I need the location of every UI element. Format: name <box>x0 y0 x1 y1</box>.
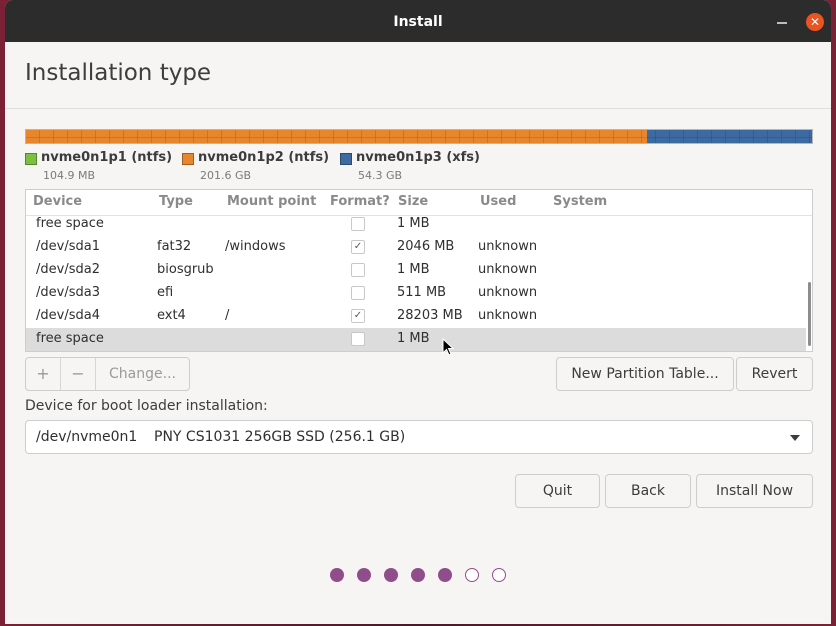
legend-swatch <box>25 153 37 165</box>
table-row-selected[interactable]: free space 1 MB <box>26 328 806 351</box>
remove-partition-button[interactable]: − <box>61 358 95 390</box>
bootloader-label: Device for boot loader installation: <box>25 398 268 414</box>
cell-size: 1 MB <box>397 331 430 346</box>
cell-type: fat32 <box>157 239 192 254</box>
legend-swatch <box>340 153 352 165</box>
progress-dot-pending <box>465 568 479 582</box>
legend-size: 201.6 GB <box>200 169 252 182</box>
format-checkbox[interactable]: ✓ <box>351 240 365 254</box>
legend-name: nvme0n1p2 (ntfs) <box>198 150 330 165</box>
change-partition-button[interactable]: Change... <box>96 358 189 390</box>
legend-swatch <box>182 153 194 165</box>
cell-used: unknown <box>478 308 538 323</box>
cell-size: 1 MB <box>397 262 430 277</box>
page-title: Installation type <box>25 60 212 86</box>
format-checkbox[interactable]: ✓ <box>351 309 365 323</box>
table-row[interactable]: /dev/sda2 biosgrub 1 MB unknown <box>26 259 806 282</box>
cell-device: /dev/sda4 <box>36 308 100 323</box>
add-partition-button[interactable]: + <box>26 358 60 390</box>
revert-button[interactable]: Revert <box>736 357 813 391</box>
column-header-size[interactable]: Size <box>398 194 428 209</box>
cell-size: 1 MB <box>397 216 430 231</box>
usage-bar-stripes <box>26 130 812 143</box>
check-icon: ✓ <box>353 241 363 252</box>
titlebar: Install ✕ <box>5 0 831 42</box>
legend-item-nvme0n1p1: nvme0n1p1 (ntfs) 104.9 MB <box>25 150 175 184</box>
progress-dot-complete <box>438 568 452 582</box>
legend-name: nvme0n1p3 (xfs) <box>356 150 480 165</box>
column-header-format[interactable]: Format? <box>330 194 390 209</box>
minimize-icon[interactable] <box>776 15 788 27</box>
bootloader-device-select[interactable]: /dev/nvme0n1 PNY CS1031 256GB SSD (256.1… <box>25 420 813 454</box>
cell-type: ext4 <box>157 308 186 323</box>
new-partition-table-button[interactable]: New Partition Table... <box>556 357 734 391</box>
cell-used: unknown <box>478 285 538 300</box>
progress-dot-complete <box>330 568 344 582</box>
cell-device: free space <box>36 331 104 346</box>
close-icon[interactable]: ✕ <box>806 13 824 31</box>
format-checkbox[interactable] <box>351 217 365 231</box>
column-header-device[interactable]: Device <box>33 194 82 209</box>
cell-device: free space <box>36 216 104 231</box>
cell-type: biosgrub <box>157 262 214 277</box>
table-row[interactable]: free space 1 MB <box>26 213 806 236</box>
legend-item-nvme0n1p2: nvme0n1p2 (ntfs) 201.6 GB <box>182 150 337 184</box>
cell-type: efi <box>157 285 174 300</box>
cell-device: /dev/sda3 <box>36 285 100 300</box>
chevron-down-icon <box>790 435 800 441</box>
progress-dot-complete <box>411 568 425 582</box>
progress-dot-complete <box>384 568 398 582</box>
mouse-pointer-icon <box>442 338 455 356</box>
bootloader-device-description: PNY CS1031 256GB SSD (256.1 GB) <box>154 429 406 445</box>
column-header-type[interactable]: Type <box>159 194 193 209</box>
legend-name: nvme0n1p1 (ntfs) <box>41 150 173 165</box>
cell-device: /dev/sda1 <box>36 239 100 254</box>
legend-item-nvme0n1p3: nvme0n1p3 (xfs) 54.3 GB <box>340 150 490 184</box>
install-now-button[interactable]: Install Now <box>696 474 813 508</box>
quit-button[interactable]: Quit <box>515 474 600 508</box>
cell-size: 2046 MB <box>397 239 455 254</box>
back-button[interactable]: Back <box>605 474 691 508</box>
partition-usage-bar <box>25 129 813 144</box>
cell-used: unknown <box>478 262 538 277</box>
table-scrollbar[interactable] <box>808 282 811 346</box>
column-header-mount-point[interactable]: Mount point <box>227 194 316 209</box>
header-divider <box>5 108 831 109</box>
format-checkbox[interactable] <box>351 286 365 300</box>
legend-size: 104.9 MB <box>43 169 96 182</box>
format-checkbox[interactable] <box>351 332 365 346</box>
column-header-system[interactable]: System <box>553 194 607 209</box>
cell-mount: /windows <box>225 239 286 254</box>
cell-size: 28203 MB <box>397 308 463 323</box>
table-row[interactable]: /dev/sda4 ext4 / ✓ 28203 MB unknown <box>26 305 806 328</box>
legend-size: 54.3 GB <box>358 169 403 182</box>
cell-size: 511 MB <box>397 285 447 300</box>
cell-used: unknown <box>478 239 538 254</box>
cell-mount: / <box>225 308 230 323</box>
format-checkbox[interactable] <box>351 263 365 277</box>
bootloader-device: /dev/nvme0n1 <box>36 429 138 445</box>
window-title: Install <box>393 14 443 30</box>
progress-dot-complete <box>357 568 371 582</box>
installer-window: Install ✕ Installation type nvme0n1p1 (n… <box>5 0 831 624</box>
partition-edit-buttons: + − Change... <box>25 357 190 391</box>
table-row[interactable]: /dev/sda1 fat32 /windows ✓ 2046 MB unkno… <box>26 236 806 259</box>
check-icon: ✓ <box>353 310 363 321</box>
progress-dot-pending <box>492 568 506 582</box>
table-row[interactable]: /dev/sda3 efi 511 MB unknown <box>26 282 806 305</box>
column-header-used[interactable]: Used <box>480 194 516 209</box>
partition-table: Device Type Mount point Format? Size Use… <box>25 189 813 352</box>
cell-device: /dev/sda2 <box>36 262 100 277</box>
